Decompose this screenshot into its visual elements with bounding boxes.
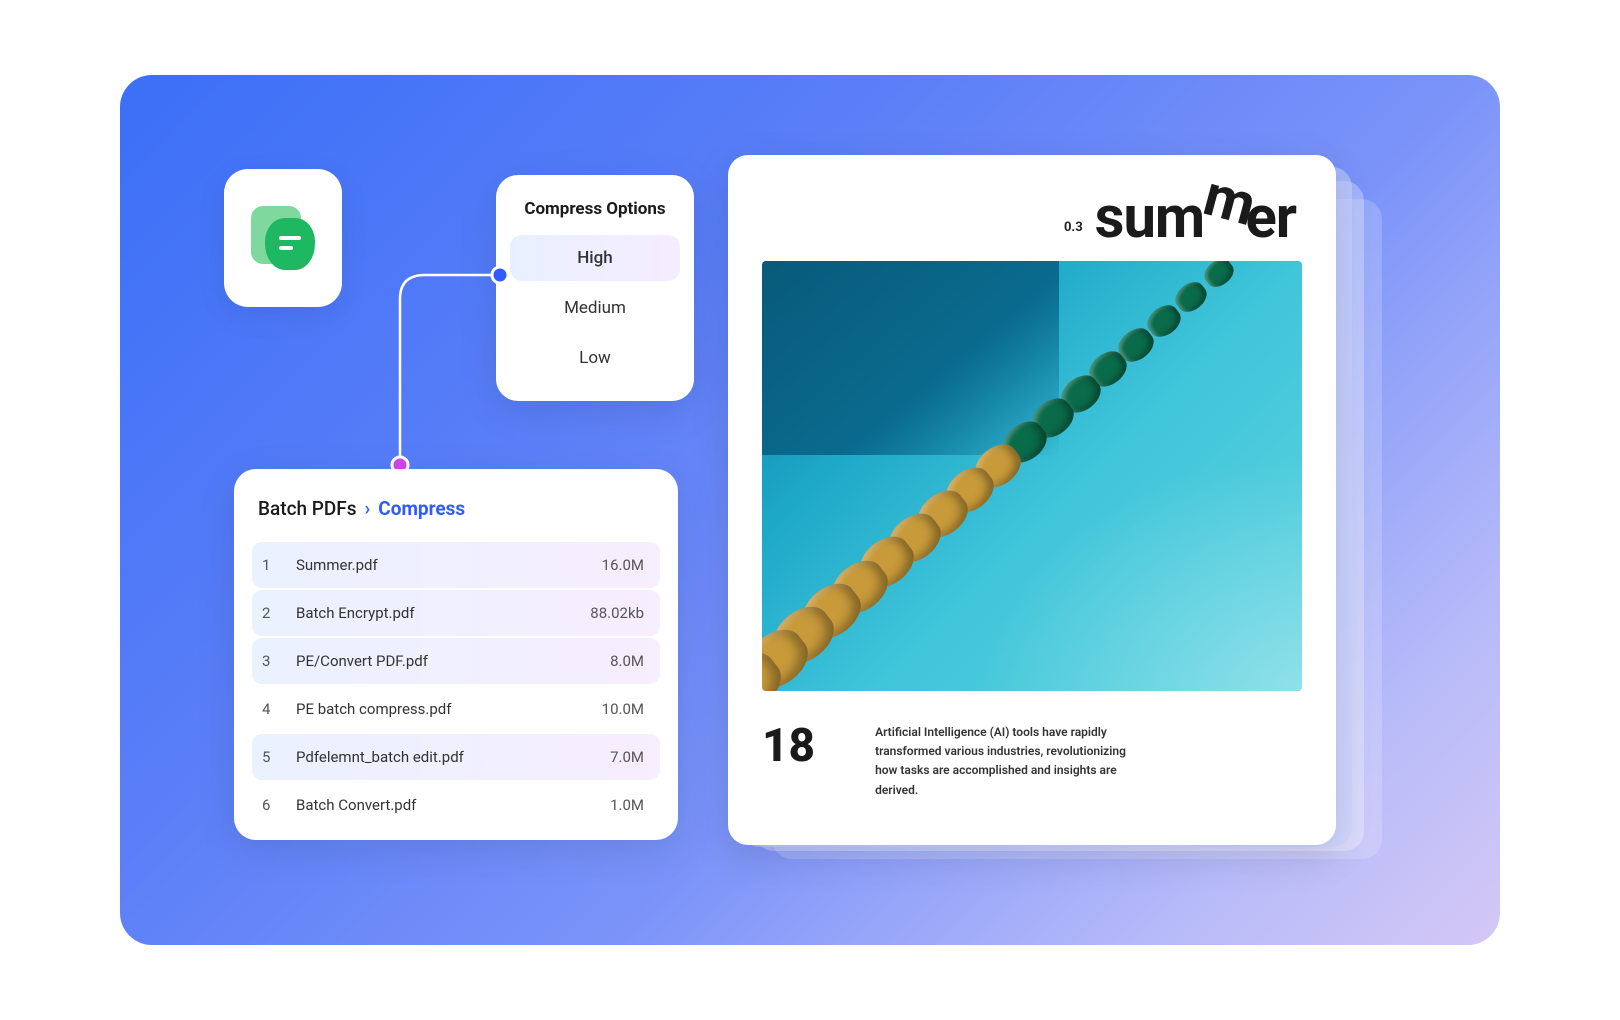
file-name: PE/Convert PDF.pdf xyxy=(296,652,610,670)
document-page-number: 18 xyxy=(762,723,815,769)
file-size: 88.02kb xyxy=(590,604,644,622)
file-row[interactable]: 1 Summer.pdf 16.0M xyxy=(252,542,660,588)
app-logo-card xyxy=(224,169,342,307)
compress-option-low[interactable]: Low xyxy=(510,335,680,381)
file-row[interactable]: 5 Pdfelemnt_batch edit.pdf 7.0M xyxy=(252,734,660,780)
file-name: Pdfelemnt_batch edit.pdf xyxy=(296,748,610,766)
breadcrumb: Batch PDFs › Compress xyxy=(252,497,660,520)
document-hero-image xyxy=(762,261,1302,691)
file-row[interactable]: 3 PE/Convert PDF.pdf 8.0M xyxy=(252,638,660,684)
file-name: Batch Convert.pdf xyxy=(296,796,610,814)
compress-option-high[interactable]: High xyxy=(510,235,680,281)
chevron-right-icon: › xyxy=(365,497,371,520)
file-name: PE batch compress.pdf xyxy=(296,700,602,718)
document-header: 0.3 summer xyxy=(762,189,1302,247)
document-version: 0.3 xyxy=(1064,220,1083,247)
file-name: Batch Encrypt.pdf xyxy=(296,604,590,622)
file-row[interactable]: 6 Batch Convert.pdf 1.0M xyxy=(252,782,660,828)
file-size: 7.0M xyxy=(610,748,644,766)
file-size: 10.0M xyxy=(602,700,644,718)
file-row[interactable]: 4 PE batch compress.pdf 10.0M xyxy=(252,686,660,732)
file-row[interactable]: 2 Batch Encrypt.pdf 88.02kb xyxy=(252,590,660,636)
compress-options-title: Compress Options xyxy=(510,199,680,219)
document-title: summer xyxy=(1095,189,1296,247)
compress-options-panel: Compress Options High Medium Low xyxy=(496,175,694,401)
document-preview-stack: 0.3 summer 18 Artificial Intelligence (A… xyxy=(728,155,1368,865)
document-footer: 18 Artificial Intelligence (AI) tools ha… xyxy=(762,723,1302,800)
file-size: 16.0M xyxy=(602,556,644,574)
connector-line xyxy=(395,269,503,479)
app-logo-icon xyxy=(251,206,315,270)
file-size: 1.0M xyxy=(610,796,644,814)
compress-option-medium[interactable]: Medium xyxy=(510,285,680,331)
breadcrumb-root[interactable]: Batch PDFs xyxy=(258,497,357,520)
batch-files-panel: Batch PDFs › Compress 1 Summer.pdf 16.0M… xyxy=(234,469,678,840)
document-body-text: Artificial Intelligence (AI) tools have … xyxy=(875,723,1145,800)
file-name: Summer.pdf xyxy=(296,556,602,574)
breadcrumb-current: Compress xyxy=(378,497,465,520)
app-canvas: Compress Options High Medium Low Batch P… xyxy=(120,75,1500,945)
file-size: 8.0M xyxy=(610,652,644,670)
document-preview[interactable]: 0.3 summer 18 Artificial Intelligence (A… xyxy=(728,155,1336,845)
